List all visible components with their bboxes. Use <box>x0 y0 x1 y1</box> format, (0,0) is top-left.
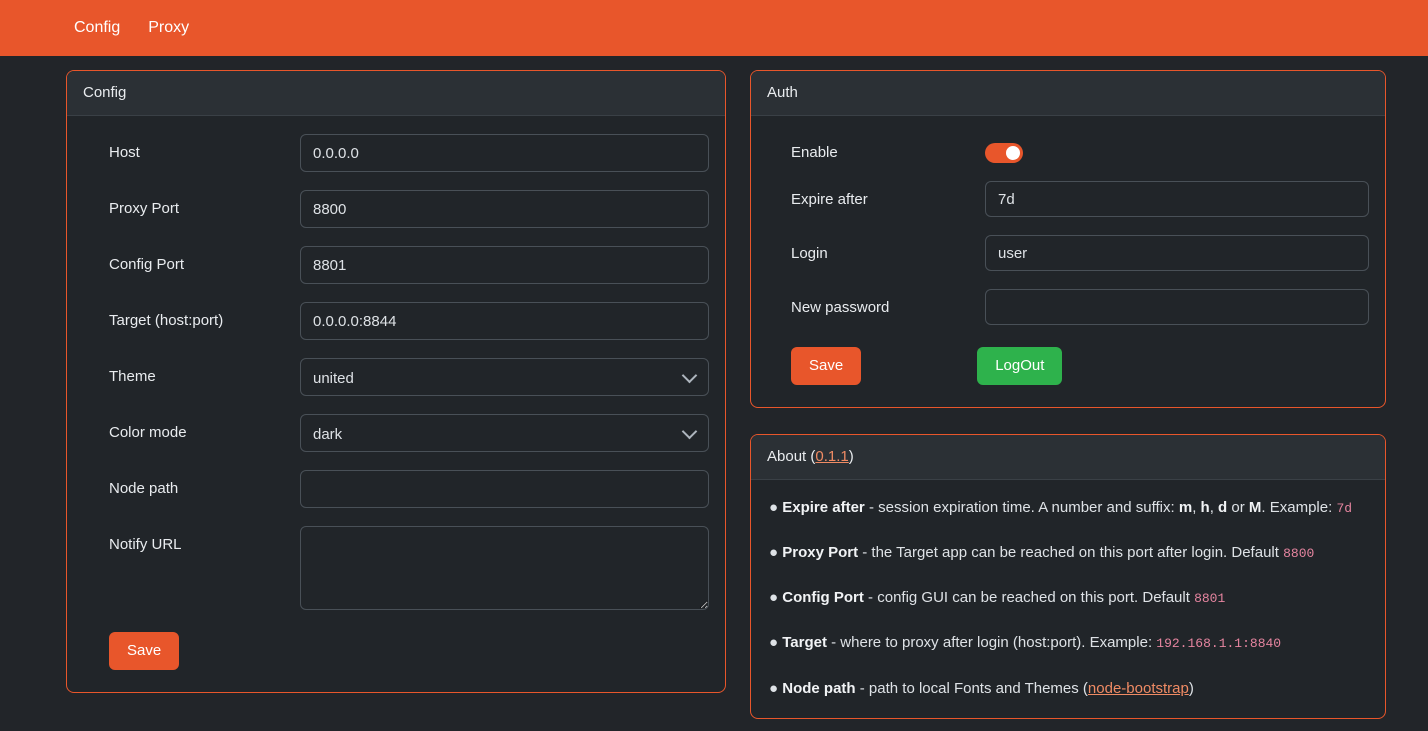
about-item-node-path: ● Node path - path to local Fonts and Th… <box>769 677 1369 700</box>
login-input[interactable] <box>985 235 1369 271</box>
left-column: Config Host Proxy Port Config Port <box>66 70 726 719</box>
field-row-notify-url: Notify URL <box>83 526 709 610</box>
host-label: Host <box>109 144 140 161</box>
about-code: 8801 <box>1194 591 1226 606</box>
theme-select[interactable]: united <box>300 358 709 396</box>
logout-button[interactable]: LogOut <box>977 347 1063 385</box>
config-port-input[interactable] <box>300 246 709 284</box>
about-sep: or <box>1227 498 1249 516</box>
proxy-port-input[interactable] <box>300 190 709 228</box>
expire-after-label: Expire after <box>791 191 868 208</box>
about-card-title: About (0.1.1) <box>751 434 1385 480</box>
new-password-label: New password <box>791 299 890 316</box>
config-card-title: Config <box>67 71 725 116</box>
auth-save-button[interactable]: Save <box>791 347 862 385</box>
nav-link-proxy[interactable]: Proxy <box>134 12 203 44</box>
field-row-config-port: Config Port <box>83 246 709 284</box>
node-bootstrap-link[interactable]: node-bootstrap <box>1088 680 1189 697</box>
field-row-node-path: Node path <box>83 470 709 508</box>
field-row-expire-after: Expire after <box>767 181 1369 217</box>
field-row-theme: Theme united <box>83 358 709 396</box>
auth-card: Auth Enable Expire after 7d Login user N… <box>750 70 1386 408</box>
about-item-config-port: ● Config Port - config GUI can be reache… <box>769 586 1369 609</box>
about-term: Config Port <box>782 589 864 606</box>
about-card-body: ● Expire after - session expiration time… <box>751 480 1385 718</box>
enable-label: Enable <box>791 144 838 161</box>
about-term: Expire after <box>782 498 865 516</box>
target-input[interactable] <box>300 302 709 340</box>
about-item-expire-after: ● Expire after - session expiration time… <box>769 496 1369 519</box>
about-term: Target <box>782 634 827 652</box>
target-label: Target (host:port) <box>109 312 224 329</box>
suffix-M: M <box>1248 498 1262 516</box>
expire-after-input[interactable] <box>985 181 1369 217</box>
node-path-label: Node path <box>109 480 179 497</box>
enable-toggle[interactable] <box>985 143 1023 163</box>
bullet-icon: ● <box>769 589 779 606</box>
field-row-host: Host <box>83 134 709 172</box>
bullet-icon: ● <box>769 634 779 652</box>
about-text: - path to local Fonts and Themes ( <box>855 679 1088 697</box>
about-item-target: ● Target - where to proxy after login (h… <box>769 631 1369 654</box>
suffix-m: m <box>1178 498 1193 516</box>
nav-link-config[interactable]: Config <box>60 12 134 44</box>
field-row-color-mode: Color mode dark <box>83 414 709 452</box>
about-text: - config GUI can be reached on this port… <box>863 589 1195 606</box>
toggle-knob <box>1006 146 1020 160</box>
field-row-proxy-port: Proxy Port <box>83 190 709 228</box>
auth-card-title: Auth <box>751 71 1385 116</box>
notify-url-textarea[interactable] <box>300 526 709 610</box>
version-link[interactable]: 0.1.1 <box>815 448 848 465</box>
auth-actions: Save LogOut <box>767 347 1369 385</box>
auth-card-body: Enable Expire after Login <box>751 116 1385 407</box>
bullet-icon: ● <box>769 679 779 697</box>
about-term: Proxy Port <box>782 543 859 561</box>
about-text: - session expiration time. A number and … <box>864 498 1179 516</box>
bullet-icon: ● <box>769 498 779 516</box>
field-row-enable: Enable <box>767 134 1369 163</box>
about-title-suffix: ) <box>848 447 854 465</box>
notify-url-label: Notify URL <box>109 536 182 553</box>
about-text: ) <box>1188 679 1194 697</box>
about-code: 7d <box>1336 500 1353 516</box>
login-label: Login <box>791 245 828 262</box>
page-content: Config Host Proxy Port Config Port <box>0 56 1428 719</box>
node-path-input[interactable] <box>300 470 709 508</box>
about-sep: , <box>1192 498 1201 516</box>
color-mode-select[interactable]: dark <box>300 414 709 452</box>
config-save-button[interactable]: Save <box>109 632 180 670</box>
about-text: . Example: <box>1261 498 1337 516</box>
about-code: 192.168.1.1:8840 <box>1156 636 1282 652</box>
about-code: 8800 <box>1283 545 1315 561</box>
field-row-target: Target (host:port) <box>83 302 709 340</box>
config-actions: Save <box>83 632 709 670</box>
field-row-new-password: New password <box>767 289 1369 325</box>
about-title-prefix: About ( <box>767 447 816 465</box>
about-term: Node path <box>782 679 856 697</box>
suffix-h: h <box>1200 498 1210 516</box>
field-row-login: Login <box>767 235 1369 271</box>
color-mode-label: Color mode <box>109 424 187 441</box>
about-card: About (0.1.1) ● Expire after - session e… <box>750 433 1386 719</box>
bullet-icon: ● <box>769 543 779 561</box>
config-port-label: Config Port <box>109 256 185 273</box>
config-card: Config Host Proxy Port Config Port <box>66 70 726 693</box>
proxy-port-label: Proxy Port <box>109 200 180 217</box>
new-password-input[interactable] <box>985 289 1369 325</box>
about-text: - where to proxy after login (host:port)… <box>826 634 1157 652</box>
about-item-proxy-port: ● Proxy Port - the Target app can be rea… <box>769 541 1369 564</box>
about-sep: , <box>1209 498 1219 516</box>
host-input[interactable] <box>300 134 709 172</box>
top-navbar: Config Proxy <box>0 0 1428 56</box>
suffix-d: d <box>1218 498 1228 516</box>
about-text: - the Target app can be reached on this … <box>858 543 1284 561</box>
right-column: Auth Enable Expire after 7d Login user N… <box>750 70 1386 719</box>
config-card-body: Host Proxy Port Config Port <box>67 116 725 692</box>
theme-label: Theme <box>109 368 156 385</box>
